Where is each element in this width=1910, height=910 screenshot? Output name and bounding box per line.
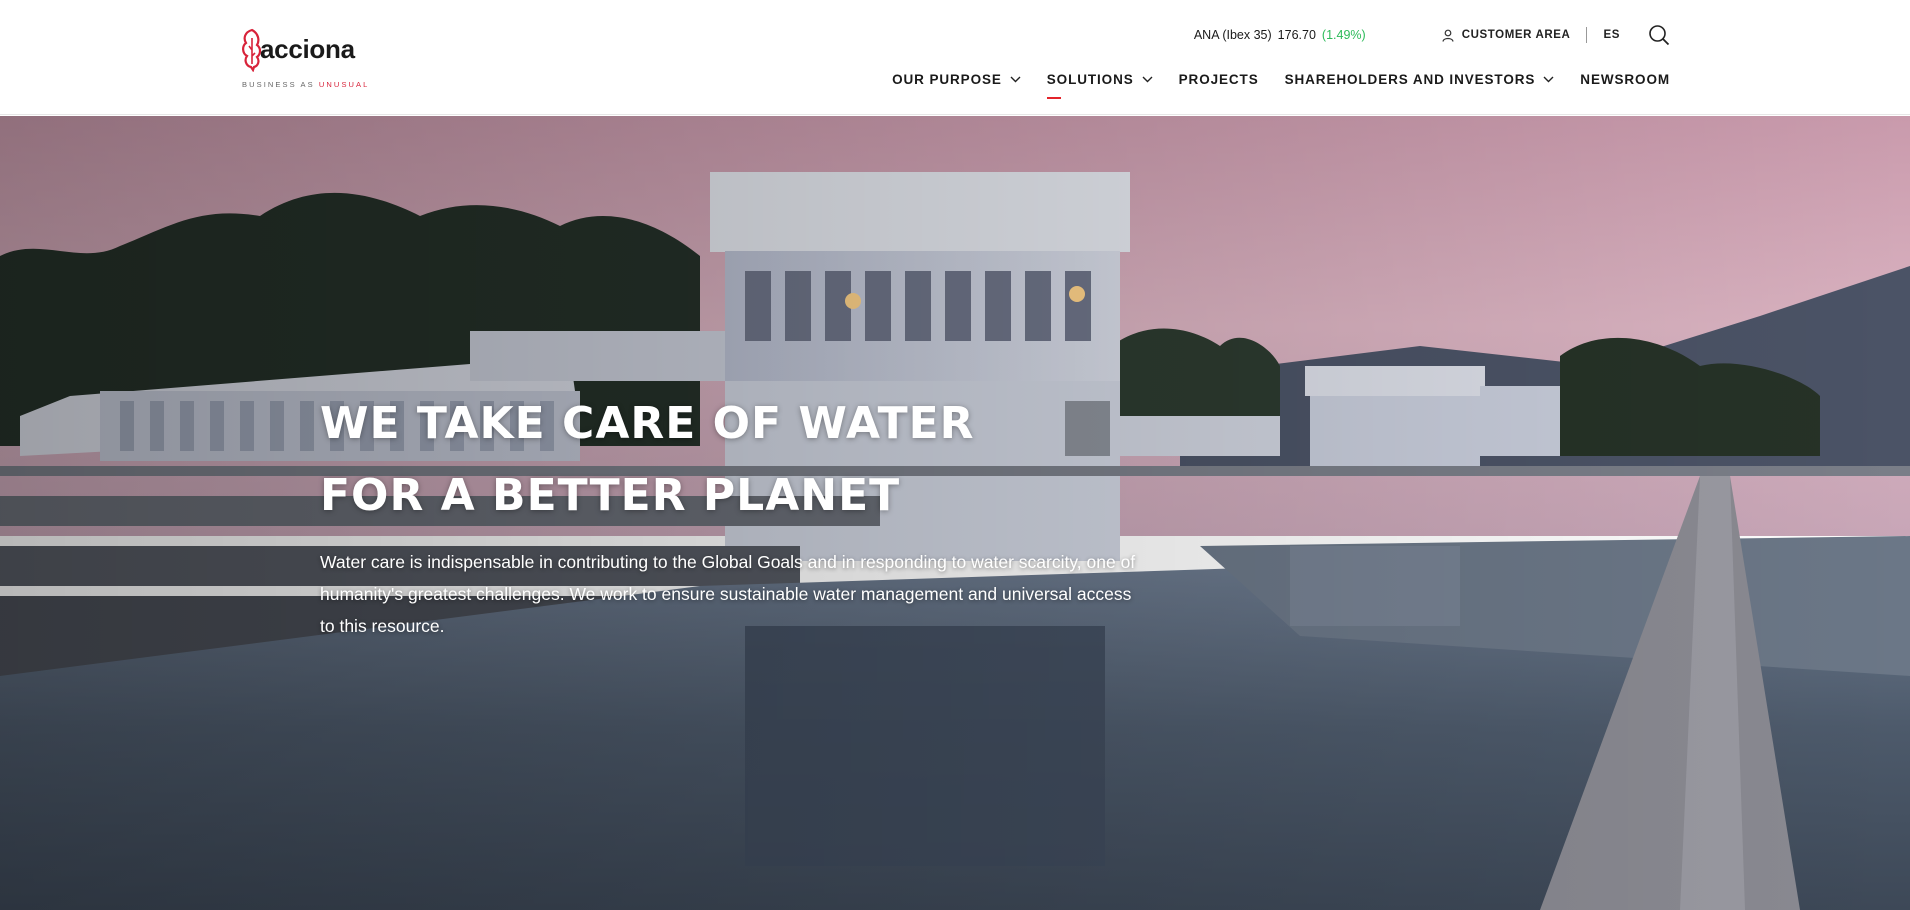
logo-tagline: BUSINESS AS UNUSUAL: [242, 80, 370, 89]
stock-ticker[interactable]: ANA (Ibex 35) 176.70 (1.49%): [1194, 28, 1366, 42]
nav-our-purpose[interactable]: OUR PURPOSE: [892, 72, 1021, 87]
chevron-down-icon: [1142, 76, 1153, 83]
chevron-down-icon: [1010, 76, 1021, 83]
stock-label: ANA (Ibex 35): [1193, 28, 1272, 42]
logo-wordmark: acciona: [260, 34, 355, 64]
nav-label: SOLUTIONS: [1046, 72, 1134, 87]
customer-area-link[interactable]: CUSTOMER AREA: [1442, 29, 1571, 42]
chevron-down-icon: [1543, 76, 1554, 83]
hero-title: WE TAKE CARE OF WATER FOR A BETTER PLANE…: [320, 398, 975, 521]
nav-shareholders-investors[interactable]: SHAREHOLDERS AND INVESTORS: [1285, 72, 1555, 87]
main-navigation: OUR PURPOSE SOLUTIONS PROJECTS SHAREHOLD…: [892, 72, 1670, 99]
site-header: acciona BUSINESS AS UNUSUAL ANA (Ibex 35…: [0, 0, 1910, 115]
acciona-logo[interactable]: acciona BUSINESS AS UNUSUAL: [240, 26, 370, 90]
nav-solutions[interactable]: SOLUTIONS: [1046, 72, 1153, 99]
stock-price: 176.70: [1277, 28, 1316, 42]
language-switch[interactable]: ES: [1603, 29, 1620, 41]
utility-bar: ANA (Ibex 35) 176.70 (1.49%) CUSTOMER AR…: [1194, 24, 1670, 46]
nav-label: SHAREHOLDERS AND INVESTORS: [1284, 72, 1536, 87]
search-icon[interactable]: [1648, 24, 1670, 46]
nav-projects[interactable]: PROJECTS: [1179, 72, 1259, 87]
nav-label: OUR PURPOSE: [892, 72, 1002, 87]
divider: [1586, 27, 1588, 43]
customer-area-label: CUSTOMER AREA: [1461, 29, 1571, 41]
nav-label: NEWSROOM: [1580, 72, 1670, 87]
hero-description: Water care is indispensable in contribut…: [320, 552, 1136, 636]
nav-newsroom[interactable]: NEWSROOM: [1580, 72, 1670, 87]
user-icon: [1442, 29, 1454, 42]
nav-label: PROJECTS: [1178, 72, 1259, 87]
stock-change: (1.49%): [1321, 28, 1366, 42]
hero-banner: WE TAKE CARE OF WATER FOR A BETTER PLANE…: [0, 116, 1910, 910]
